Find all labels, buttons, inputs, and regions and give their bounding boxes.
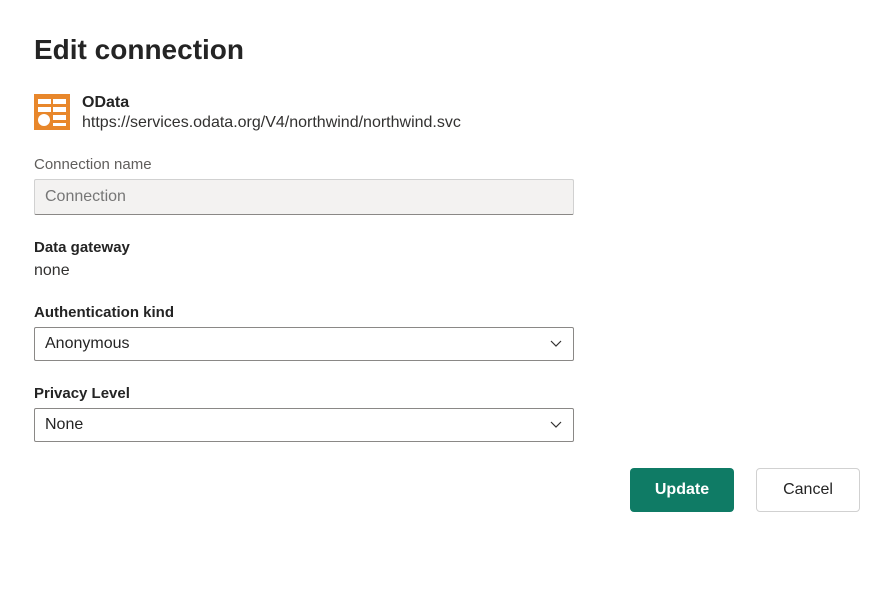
update-button[interactable]: Update (630, 468, 734, 512)
chevron-down-icon (549, 418, 563, 432)
privacy-level-label: Privacy Level (34, 385, 861, 402)
data-gateway-field: Data gateway none (34, 239, 861, 280)
odata-icon (34, 94, 70, 130)
chevron-down-icon (549, 337, 563, 351)
connector-url: https://services.odata.org/V4/northwind/… (82, 114, 461, 132)
privacy-level-field: Privacy Level None (34, 385, 861, 442)
action-buttons: Update Cancel (34, 468, 860, 512)
privacy-level-dropdown[interactable]: None (34, 408, 574, 442)
auth-kind-dropdown[interactable]: Anonymous (34, 327, 574, 361)
cancel-button[interactable]: Cancel (756, 468, 860, 512)
privacy-level-selected: None (45, 416, 83, 434)
auth-kind-label: Authentication kind (34, 304, 861, 321)
connector-name: OData (82, 94, 461, 112)
auth-kind-selected: Anonymous (45, 335, 130, 353)
data-gateway-value: none (34, 262, 861, 280)
connection-name-label: Connection name (34, 156, 861, 173)
connection-name-input[interactable] (34, 179, 574, 215)
auth-kind-field: Authentication kind Anonymous (34, 304, 861, 361)
page-title: Edit connection (34, 34, 861, 66)
data-gateway-label: Data gateway (34, 239, 861, 256)
connector-header: OData https://services.odata.org/V4/nort… (34, 94, 861, 132)
connection-name-field: Connection name (34, 156, 861, 215)
